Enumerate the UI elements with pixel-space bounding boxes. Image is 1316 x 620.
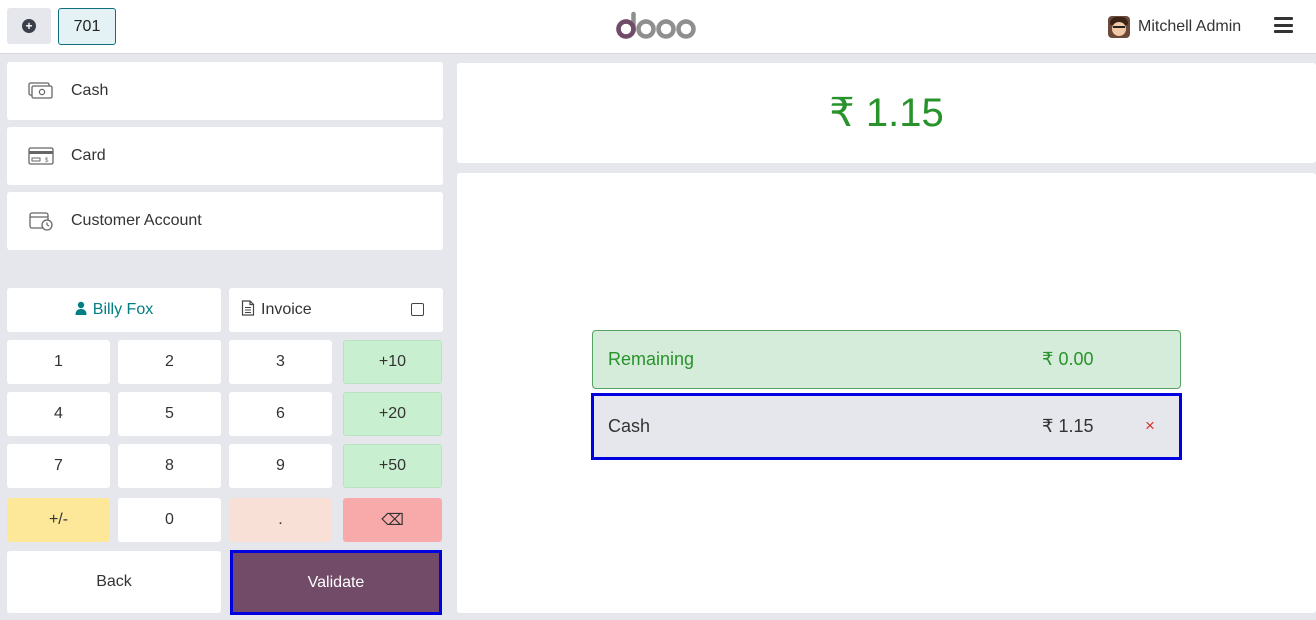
numpad-backspace-icon[interactable]: ⌫ bbox=[343, 498, 442, 542]
svg-text:$: $ bbox=[45, 158, 49, 164]
numpad-key-9[interactable]: 9 bbox=[229, 444, 332, 488]
odoo-logo bbox=[616, 10, 700, 47]
numpad-key-plus-10[interactable]: +10 bbox=[343, 340, 442, 384]
numpad-key-5[interactable]: 5 bbox=[118, 392, 221, 436]
avatar bbox=[1108, 16, 1130, 38]
user-name: Mitchell Admin bbox=[1138, 18, 1242, 35]
numpad-key-0[interactable]: 0 bbox=[118, 498, 221, 542]
invoice-label: Invoice bbox=[261, 301, 312, 318]
customer-button[interactable]: Billy Fox bbox=[7, 288, 221, 332]
numpad-key-6[interactable]: 6 bbox=[229, 392, 332, 436]
plus-circle-icon: + bbox=[22, 19, 36, 33]
payment-method-label: Cash bbox=[71, 82, 109, 99]
user-menu[interactable]: Mitchell Admin bbox=[1108, 14, 1241, 40]
order-tab[interactable]: 701 bbox=[58, 8, 116, 45]
numpad-key-7[interactable]: 7 bbox=[7, 444, 110, 488]
remaining-label: Remaining bbox=[608, 349, 695, 369]
payment-method-card[interactable]: $ Card bbox=[7, 127, 443, 185]
customer-name: Billy Fox bbox=[92, 301, 154, 318]
numpad-key-2[interactable]: 2 bbox=[118, 340, 221, 384]
payment-method-label: Card bbox=[71, 147, 106, 164]
numpad-key-4[interactable]: 4 bbox=[7, 392, 110, 436]
back-button[interactable]: Back bbox=[7, 551, 221, 613]
cash-icon bbox=[28, 80, 54, 102]
payment-method-label: Customer Account bbox=[71, 212, 202, 229]
validate-button[interactable]: Validate bbox=[230, 550, 442, 615]
invoice-checkbox[interactable] bbox=[411, 303, 424, 316]
invoice-toggle[interactable]: Invoice bbox=[229, 288, 443, 332]
payment-line-method: Cash bbox=[608, 416, 651, 436]
top-bar: + 701 Mitchell Admin bbox=[0, 0, 1316, 54]
card-icon: $ bbox=[28, 145, 54, 167]
payment-method-cash[interactable]: Cash bbox=[7, 62, 443, 120]
new-order-button[interactable]: + bbox=[7, 8, 51, 44]
remaining-row: Remaining ₹ 0.00 bbox=[592, 330, 1181, 389]
numpad-key-1[interactable]: 1 bbox=[7, 340, 110, 384]
remaining-value: ₹ 0.00 bbox=[1042, 349, 1094, 369]
total-panel: ₹ 1.15 bbox=[457, 63, 1316, 163]
payment-method-customer-account[interactable]: Customer Account bbox=[7, 192, 443, 250]
payment-line[interactable]: Cash ₹ 1.15 × bbox=[591, 393, 1182, 460]
total-due: ₹ 1.15 bbox=[829, 91, 944, 135]
hamburger-menu-icon[interactable] bbox=[1274, 17, 1293, 33]
numpad-key-plus-50[interactable]: +50 bbox=[343, 444, 442, 488]
numpad-key-8[interactable]: 8 bbox=[118, 444, 221, 488]
numpad-key-3[interactable]: 3 bbox=[229, 340, 332, 384]
wallet-clock-icon bbox=[28, 210, 54, 232]
numpad-key-decimal[interactable]: . bbox=[229, 498, 332, 542]
remove-line-icon[interactable]: × bbox=[1145, 416, 1155, 436]
numpad-key-plus-20[interactable]: +20 bbox=[343, 392, 442, 436]
document-icon bbox=[241, 299, 255, 321]
numpad-key-sign[interactable]: +/- bbox=[7, 498, 110, 542]
person-icon bbox=[75, 301, 87, 320]
payment-line-amount: ₹ 1.15 bbox=[1042, 416, 1094, 436]
